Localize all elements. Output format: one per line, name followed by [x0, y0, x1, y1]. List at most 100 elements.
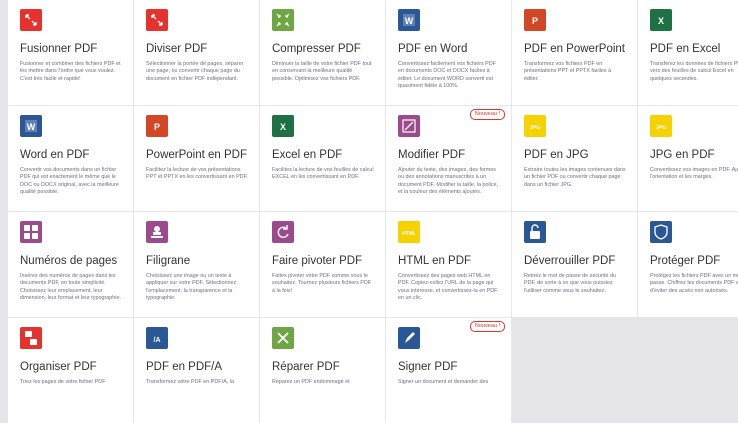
tool-description: Insérez des numéros de pages dans les do… [20, 273, 121, 302]
tool-description: Diminuer la taille de votre fichier PDF … [272, 61, 372, 82]
tool-description: Protégez les fichiers PDF avec un mot de… [650, 273, 738, 294]
svg-text:HTML: HTML [402, 231, 416, 237]
tool-title: Filigrane [146, 255, 191, 267]
tool-description: Facilitez la lecture de vos feuilles de … [272, 167, 374, 181]
tool-description: Convertissez vos images en PDF. Ajustez … [650, 167, 738, 181]
tool-title: Organiser PDF [20, 361, 97, 373]
jpg-image-icon: JPG [524, 115, 546, 137]
tool-title: Diviser PDF [146, 43, 208, 55]
tool-card-powerpoint-to-pdf[interactable]: P PowerPoint en PDF Facilitez la lecture d… [134, 106, 259, 211]
organize-icon [20, 327, 42, 349]
tool-card-sign[interactable]: Signer PDF Signer un document et demander… [386, 318, 511, 423]
rotate-icon [272, 221, 294, 243]
compress-icon [272, 9, 294, 31]
repair-icon [272, 327, 294, 349]
tool-card-watermark[interactable]: Filigrane Choisissez une image ou un text… [134, 212, 259, 317]
tool-card-pdf-to-jpg[interactable]: JPG PDF en JPG Extraire toutes les images … [512, 106, 637, 211]
tool-title: Réparer PDF [272, 361, 340, 373]
new-badge: Nouveau ! [469, 321, 505, 332]
tool-card-pdf-to-pdfa[interactable]: /A PDF en PDF/A Transformez votre PDF en P… [134, 318, 259, 423]
tool-card-pdf-to-excel[interactable]: X PDF en Excel Transférez les données de f… [638, 0, 738, 105]
tool-title: Word en PDF [20, 149, 90, 161]
merge-icon [20, 9, 42, 31]
tool-title: Faire pivoter PDF [272, 255, 363, 267]
tool-title: PDF en PDF/A [146, 361, 223, 373]
tool-description: Convertissez des pages web HTML en PDF. … [398, 273, 498, 302]
tool-card-pdf-to-word[interactable]: W PDF en Word Convertissez facilement vos … [386, 0, 511, 105]
tool-description: Convertissez facilement vos fichiers PDF… [398, 61, 496, 90]
tool-title: Protéger PDF [650, 255, 721, 267]
tool-description: Signer un document et demander des [398, 379, 489, 385]
tool-card-repair[interactable]: Réparer PDF Réparez un PDF endommagé et [260, 318, 385, 423]
svg-text:/A: /A [154, 337, 161, 344]
tool-card-edit-pdf[interactable]: Modifier PDF Ajouter du texte, des images… [386, 106, 511, 211]
tool-description: Facilitez la lecture de vos présentation… [146, 167, 248, 181]
tool-description: Transférez les données de fichiers PDF v… [650, 61, 738, 82]
tool-title: HTML en PDF [398, 255, 472, 267]
tool-card-protect[interactable]: Protéger PDF Protégez les fichiers PDF av… [638, 212, 738, 317]
tool-title: PDF en Excel [650, 43, 721, 55]
tool-description: Faites pivoter votre PDF comme vous le s… [272, 273, 372, 294]
split-icon [146, 9, 168, 31]
svg-text:W: W [27, 122, 36, 132]
unlock-icon [524, 221, 546, 243]
tool-description: Extraire toutes les images contenues dan… [524, 167, 626, 188]
tool-title: Excel en PDF [272, 149, 343, 161]
pdfa-icon: /A [146, 327, 168, 349]
svg-text:P: P [154, 122, 160, 132]
powerpoint-doc-icon: P [146, 115, 168, 137]
tool-description: Sélectionner la portée de pages, séparer… [146, 61, 244, 82]
tool-title: Signer PDF [398, 361, 458, 373]
page-numbers-icon [20, 221, 42, 243]
tool-title: Fusionner PDF [20, 43, 98, 55]
svg-text:JPG: JPG [655, 125, 666, 131]
tool-title: PowerPoint en PDF [146, 149, 247, 161]
tool-description: Ajouter du texte, des images, des formes… [398, 167, 499, 196]
excel-doc-icon: X [272, 115, 294, 137]
word-doc-icon: W [398, 9, 420, 31]
tool-title: PDF en PowerPoint [524, 43, 625, 55]
tool-title: PDF en Word [398, 43, 468, 55]
tool-description: Fusionner et combiner des fichiers PDF e… [20, 61, 121, 82]
tool-title: Déverrouiller PDF [524, 255, 616, 267]
svg-text:X: X [658, 16, 664, 26]
stamp-icon [146, 221, 168, 243]
tool-title: Compresser PDF [272, 43, 361, 55]
svg-text:P: P [532, 16, 538, 26]
tool-description: Choisissez une image ou un texte à appli… [146, 273, 237, 302]
excel-doc-icon: X [650, 9, 672, 31]
tool-card-split[interactable]: Diviser PDF Sélectionner la portée de pag… [134, 0, 259, 105]
tool-title: Modifier PDF [398, 149, 466, 161]
tool-description: Retirez le mot de passe de sécurité du P… [524, 273, 616, 294]
tool-description: Convertir vos documents dans un fichier … [20, 167, 119, 196]
shield-icon [650, 221, 672, 243]
tool-description: Triez les pages de votre fichier PDF [20, 379, 106, 385]
new-badge: Nouveau ! [469, 109, 505, 120]
jpg-image-icon: JPG [650, 115, 672, 137]
powerpoint-doc-icon: P [524, 9, 546, 31]
sign-icon [398, 327, 420, 349]
tool-description: Réparez un PDF endommagé et [272, 379, 350, 385]
html-icon: HTML [398, 221, 420, 243]
tool-card-page-numbers[interactable]: Numéros de pages Insérez des numéros de p… [8, 212, 133, 317]
tool-card-html-to-pdf[interactable]: HTML HTML en PDF Convertissez des pages we… [386, 212, 511, 317]
tool-description: Transformez vos fichiers PDF en présenta… [524, 61, 612, 82]
tool-card-word-to-pdf[interactable]: W Word en PDF Convertir vos documents dans… [8, 106, 133, 211]
tools-grid: Fusionner PDF Fusionner et combiner des f… [8, 0, 738, 423]
tool-card-jpg-to-pdf[interactable]: JPG JPG en PDF Convertissez vos images en … [638, 106, 738, 211]
edit-icon [398, 115, 420, 137]
tool-card-pdf-to-powerpoint[interactable]: P PDF en PowerPoint Transformez vos fichie… [512, 0, 637, 105]
word-doc-icon: W [20, 115, 42, 137]
tool-title: JPG en PDF [650, 149, 715, 161]
tool-title: PDF en JPG [524, 149, 589, 161]
svg-text:JPG: JPG [529, 125, 540, 131]
tool-card-organize[interactable]: Organiser PDF Triez les pages de votre fi… [8, 318, 133, 423]
tool-card-unlock[interactable]: Déverrouiller PDF Retirez le mot de passe… [512, 212, 637, 317]
tool-card-merge[interactable]: Fusionner PDF Fusionner et combiner des f… [8, 0, 133, 105]
tool-card-rotate[interactable]: Faire pivoter PDF Faites pivoter votre PD… [260, 212, 385, 317]
svg-text:X: X [280, 122, 286, 132]
tool-card-excel-to-pdf[interactable]: X Excel en PDF Facilitez la lecture de vos… [260, 106, 385, 211]
tool-title: Numéros de pages [20, 255, 118, 267]
svg-text:W: W [405, 16, 414, 26]
tool-card-compress[interactable]: Compresser PDF Diminuer la taille de votr… [260, 0, 385, 105]
